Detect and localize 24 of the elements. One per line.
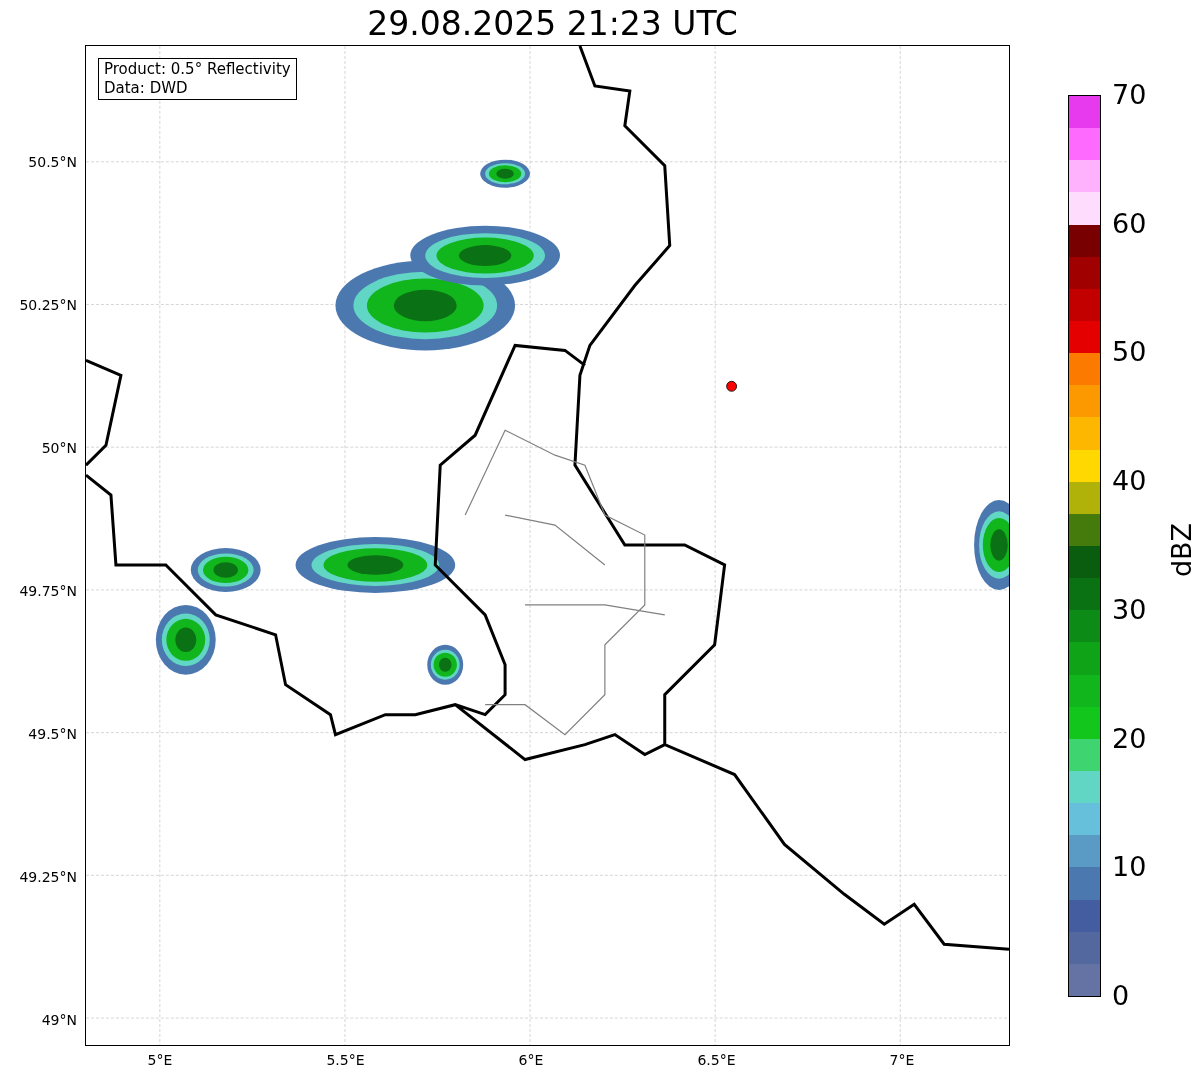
longitude-label: 6.5°E bbox=[697, 1051, 736, 1069]
info-text: Data: DWD bbox=[104, 79, 189, 98]
longitude-label: 5.5°E bbox=[326, 1051, 365, 1069]
latitude-label: 49°N bbox=[41, 1011, 77, 1029]
latitude-label: 50.5°N bbox=[28, 153, 77, 171]
colorbar-label: 20 bbox=[1112, 723, 1147, 754]
colorbar-label: 0 bbox=[1112, 981, 1130, 1011]
latitude-label: 49.25°N bbox=[19, 868, 77, 886]
latitude-label: 50.25°N bbox=[19, 296, 77, 314]
colorbar-label: 40 bbox=[1112, 466, 1147, 497]
colorbar-label: 60 bbox=[1112, 208, 1147, 239]
longitude-label: 6°E bbox=[518, 1051, 544, 1069]
latitude-label: 49.5°N bbox=[28, 725, 77, 743]
longitude-label: 5°E bbox=[147, 1051, 173, 1069]
latitude-label: 50°N bbox=[41, 439, 77, 457]
colorbar-label: 10 bbox=[1112, 852, 1147, 883]
colorbar-label: 70 bbox=[1112, 80, 1147, 110]
colorbar-label: 30 bbox=[1112, 594, 1147, 625]
latitude-label: 49.75°N bbox=[19, 582, 77, 600]
colorbar-label: 50 bbox=[1112, 337, 1147, 368]
colorbar-axis-label: dBZ bbox=[1167, 522, 1197, 578]
chart-title: 29.08.2025 21:23 UTC bbox=[367, 4, 738, 44]
info-text: Product: 0.5° Reflectivity bbox=[104, 60, 291, 79]
longitude-label: 7°E bbox=[889, 1051, 915, 1069]
